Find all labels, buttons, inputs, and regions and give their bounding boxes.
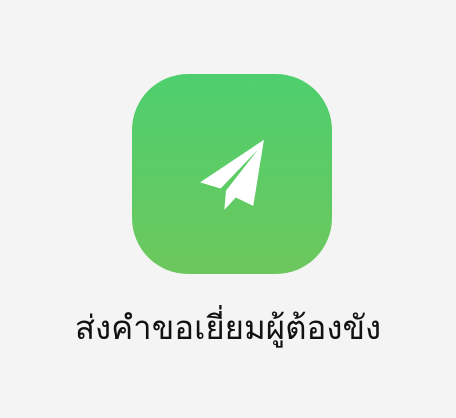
paper-plane-icon: [200, 139, 264, 210]
send-visit-request-tile[interactable]: [132, 74, 332, 274]
app-title: ส่งคำขอเยี่ยมผู้ต้องขัง: [74, 308, 382, 347]
